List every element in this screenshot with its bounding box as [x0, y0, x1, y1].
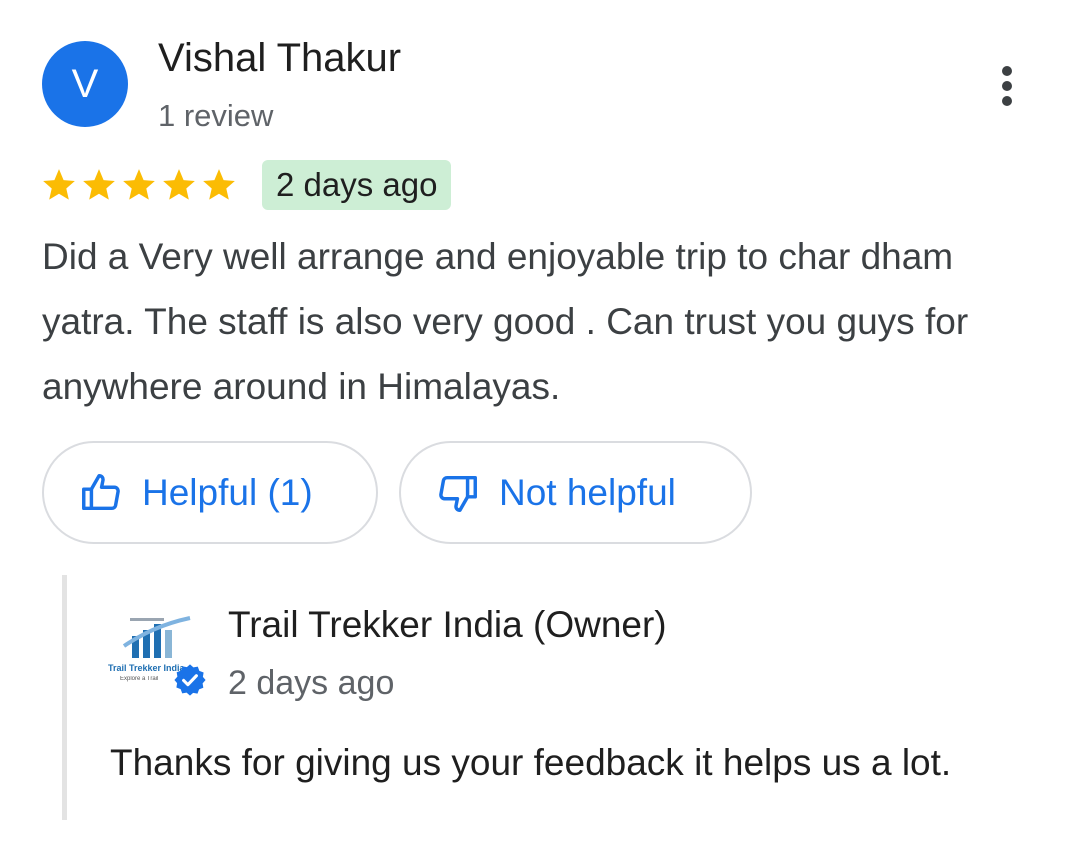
helpful-button[interactable]: Helpful (1): [42, 441, 378, 544]
review-text: Did a Very well arrange and enjoyable tr…: [42, 236, 969, 407]
thumbs-up-icon: [82, 473, 120, 510]
not-helpful-label: Not helpful: [499, 471, 676, 513]
review-time-badge: 2 days ago: [262, 160, 452, 210]
thumbs-down-icon: [439, 475, 477, 512]
reply-divider: [62, 575, 67, 820]
reviewer-name[interactable]: Vishal Thakur: [158, 36, 401, 81]
owner-name[interactable]: Trail Trekker India (Owner): [228, 604, 667, 646]
reviewer-review-count: 1 review: [158, 98, 274, 133]
star-icon: [123, 169, 155, 200]
star-icon: [203, 169, 235, 200]
star-icon: [83, 169, 115, 200]
owner-reply-text: Thanks for giving us your feedback it he…: [110, 742, 952, 783]
star-icon: [163, 169, 195, 200]
owner-logo-tagline: Explore a Trail: [120, 676, 159, 682]
trail-trekker-logo-icon: [122, 616, 191, 658]
owner-reply-time: 2 days ago: [228, 664, 395, 702]
not-helpful-button[interactable]: Not helpful: [399, 441, 752, 544]
more-options-button[interactable]: [983, 60, 1031, 112]
more-vert-icon-dot: [1002, 81, 1012, 91]
star-rating: [40, 166, 238, 206]
reviewer-avatar[interactable]: V: [42, 41, 128, 127]
star-icon: [43, 169, 75, 200]
helpful-label: Helpful (1): [142, 471, 313, 513]
avatar-initial: V: [71, 61, 99, 106]
verified-badge-icon: [174, 664, 206, 696]
more-vert-icon-dot: [1002, 96, 1012, 106]
more-vert-icon: [1002, 66, 1012, 76]
